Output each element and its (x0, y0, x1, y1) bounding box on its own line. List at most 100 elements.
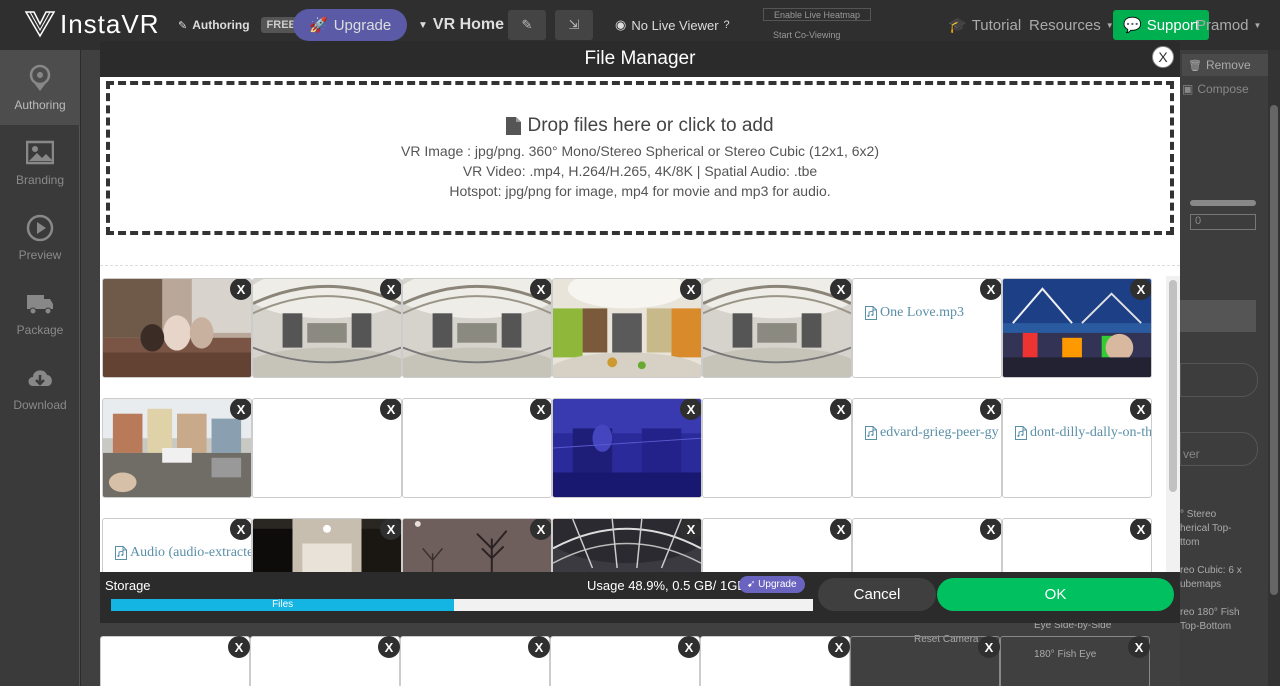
file-tile[interactable]: X (1002, 518, 1152, 573)
image-file-tile[interactable]: X (402, 278, 552, 378)
upgrade-button[interactable]: 🚀 Upgrade (293, 9, 408, 41)
caret-down-icon: ▼ (418, 19, 428, 31)
enable-heatmap-button[interactable]: Enable Live Heatmap (763, 8, 872, 21)
scrollbar-thumb[interactable] (1270, 105, 1278, 595)
remove-file-button[interactable]: X (1130, 519, 1151, 540)
sidebar-item-preview[interactable]: Preview (0, 200, 80, 275)
file-tile[interactable]: X (700, 636, 850, 686)
file-tile[interactable]: X (1000, 636, 1150, 686)
remove-file-button[interactable]: X (980, 519, 1001, 540)
number-input[interactable]: 0 (1190, 214, 1256, 230)
sidebar-item-label: Package (16, 322, 64, 337)
remove-file-button[interactable]: X (530, 279, 551, 300)
projection-options: ° Stereo herical Top- ttom reo Cubic: 6 … (1180, 508, 1242, 634)
image-file-tile[interactable]: X (552, 278, 702, 378)
remove-file-button[interactable]: X (530, 519, 551, 540)
option-text: ttom (1180, 537, 1200, 548)
file-tile[interactable]: X (100, 636, 250, 686)
file-tile[interactable]: X (402, 398, 552, 498)
sidebar-item-download[interactable]: Download (0, 350, 80, 425)
remove-file-button[interactable]: X (230, 399, 251, 420)
image-file-tile[interactable]: X (252, 518, 402, 573)
sidebar-item-package[interactable]: Package (0, 275, 80, 350)
remove-file-button[interactable]: X (380, 519, 401, 540)
remove-file-button[interactable]: X (830, 399, 851, 420)
image-file-tile[interactable]: X (552, 518, 702, 573)
remove-file-button[interactable]: X (1130, 279, 1151, 300)
remove-file-button[interactable]: X (678, 636, 700, 658)
page-scrollbar[interactable] (1268, 50, 1280, 686)
remove-file-button[interactable]: X (680, 279, 701, 300)
storage-bar: Storage Usage 48.9%, 0.5 GB/ 1GB ➹ Upgra… (100, 572, 1180, 623)
support-button[interactable]: 💬 Support (1113, 10, 1210, 40)
remove-file-button[interactable]: X (980, 279, 1001, 300)
file-grid: X X X X X One Love.mp3 X X X X X X Xedvard-grieg-pee… (100, 276, 1166, 573)
cancel-button[interactable]: Cancel (818, 578, 936, 611)
remove-button[interactable]: 🗑 Remove (1182, 54, 1268, 76)
properties-panel: 🗑 Remove ▣ Compose 0 ver ° Stereo herica… (1180, 50, 1270, 686)
file-name: Audio (audio-extracte (130, 545, 252, 560)
caret-down-icon: ▼ (1253, 20, 1262, 30)
ok-button[interactable]: OK (937, 578, 1174, 611)
sidebar-item-branding[interactable]: Branding (0, 125, 80, 200)
remove-file-button[interactable]: X (378, 636, 400, 658)
file-thumbnail (103, 399, 251, 497)
close-modal-button[interactable]: X (1152, 46, 1174, 68)
audio-file-tile[interactable]: One Love.mp3 X (852, 278, 1002, 378)
viewer-pill[interactable]: ver (1180, 432, 1258, 466)
compose-button[interactable]: ▣ Compose (1182, 82, 1249, 96)
image-file-tile[interactable]: X (102, 398, 252, 498)
sidebar-item-authoring[interactable]: Authoring (0, 50, 80, 125)
slider-track[interactable] (1190, 200, 1256, 206)
logo[interactable]: InstaVR (24, 8, 160, 40)
file-dropzone[interactable]: Drop files here or click to add VR Image… (106, 81, 1174, 235)
remove-file-button[interactable]: X (828, 636, 850, 658)
image-file-tile[interactable]: X (1002, 278, 1152, 378)
file-tile[interactable]: X (550, 636, 700, 686)
file-tile[interactable]: X (252, 398, 402, 498)
audio-file-tile[interactable]: dont-dilly-dally-on-th X (1002, 398, 1152, 498)
image-file-tile[interactable]: X (552, 398, 702, 498)
remove-file-button[interactable]: X (680, 399, 701, 420)
remove-file-button[interactable]: X (230, 519, 251, 540)
remove-file-button[interactable]: X (830, 519, 851, 540)
remove-file-button[interactable]: X (978, 636, 1000, 658)
scrollbar-thumb[interactable] (1169, 280, 1177, 492)
selector-block[interactable] (1180, 300, 1256, 332)
sidebar-item-label: Preview (18, 247, 62, 262)
sidebar: Authoring Branding Preview Package Downl… (0, 50, 80, 686)
file-tile[interactable]: X (702, 398, 852, 498)
audio-file-tile[interactable]: Audio (audio-extracte X (102, 518, 252, 573)
file-tile[interactable]: X (850, 636, 1000, 686)
remove-file-button[interactable]: X (1130, 399, 1151, 420)
remove-file-button[interactable]: X (830, 279, 851, 300)
audio-file-tile[interactable]: edvard-grieg-peer-gy X (852, 398, 1002, 498)
image-file-tile[interactable]: X (102, 278, 252, 378)
image-file-tile[interactable]: X (252, 278, 402, 378)
export-button[interactable]: ⇲ (555, 10, 593, 40)
authoring-label: Authoring (192, 18, 250, 32)
remove-file-button[interactable]: X (530, 399, 551, 420)
remove-file-button[interactable]: X (680, 519, 701, 540)
dropzone-video-formats: VR Video: .mp4, H.264/H.265, 4K/8K | Spa… (462, 163, 818, 179)
remove-file-button[interactable]: X (980, 399, 1001, 420)
start-coviewing-button[interactable]: Start Co-Viewing (763, 28, 850, 41)
remove-file-button[interactable]: X (528, 636, 550, 658)
file-grid-scrollbar[interactable] (1166, 276, 1180, 573)
user-menu[interactable]: Pramod ▼ (1196, 0, 1261, 50)
remove-file-button[interactable]: X (1128, 636, 1150, 658)
file-tile[interactable]: X (702, 518, 852, 573)
image-file-tile[interactable]: X (402, 518, 552, 573)
file-tile[interactable]: X (250, 636, 400, 686)
file-tile[interactable]: X (852, 518, 1002, 573)
option-text: Top-Bottom (1180, 621, 1232, 632)
option-pill[interactable] (1180, 363, 1258, 397)
remove-file-button[interactable]: X (228, 636, 250, 658)
remove-file-button[interactable]: X (380, 279, 401, 300)
file-tile[interactable]: X (400, 636, 550, 686)
remove-file-button[interactable]: X (380, 399, 401, 420)
image-file-tile[interactable]: X (702, 278, 852, 378)
storage-upgrade-button[interactable]: ➹ Upgrade (739, 576, 805, 593)
edit-project-button[interactable]: ✎ (508, 10, 546, 40)
remove-file-button[interactable]: X (230, 279, 251, 300)
